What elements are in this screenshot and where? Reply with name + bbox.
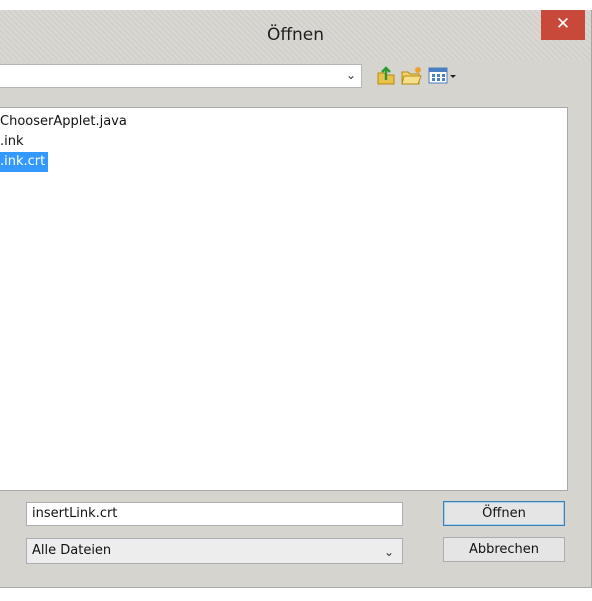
look-in-combobox[interactable]: ⌄ (0, 64, 362, 88)
cancel-button[interactable]: Abbrechen (443, 537, 565, 562)
new-folder-icon[interactable] (400, 64, 424, 88)
list-item-selected[interactable]: .ink.crt (0, 152, 49, 172)
chevron-down-icon[interactable]: ⌄ (384, 540, 394, 564)
list-item[interactable]: ChooserApplet.java (0, 112, 130, 132)
close-button[interactable]: ✕ (541, 10, 585, 40)
close-icon: ✕ (555, 14, 571, 34)
open-button[interactable]: Öffnen (443, 501, 565, 526)
up-folder-icon[interactable] (375, 64, 399, 88)
chevron-down-icon[interactable]: ⌄ (346, 68, 356, 82)
file-list[interactable]: ChooserApplet.java .ink .ink.crt (0, 107, 568, 491)
filetype-select[interactable]: Alle Dateien ⌄ (26, 538, 403, 564)
window-title: Öffnen (266, 25, 325, 45)
list-item[interactable]: .ink (0, 132, 27, 152)
view-menu-icon[interactable] (428, 64, 458, 88)
filetype-value: Alle Dateien (32, 543, 112, 558)
title-bar[interactable]: Öffnen ✕ (0, 10, 591, 60)
page: Öffnen ✕ ⌄ ChooserApplet.java .ink .ink.… (0, 0, 592, 601)
open-dialog: Öffnen ✕ ⌄ ChooserApplet.java .ink .ink.… (0, 10, 592, 588)
background-strip (0, 588, 592, 601)
filename-input[interactable]: insertLink.crt (26, 502, 403, 526)
